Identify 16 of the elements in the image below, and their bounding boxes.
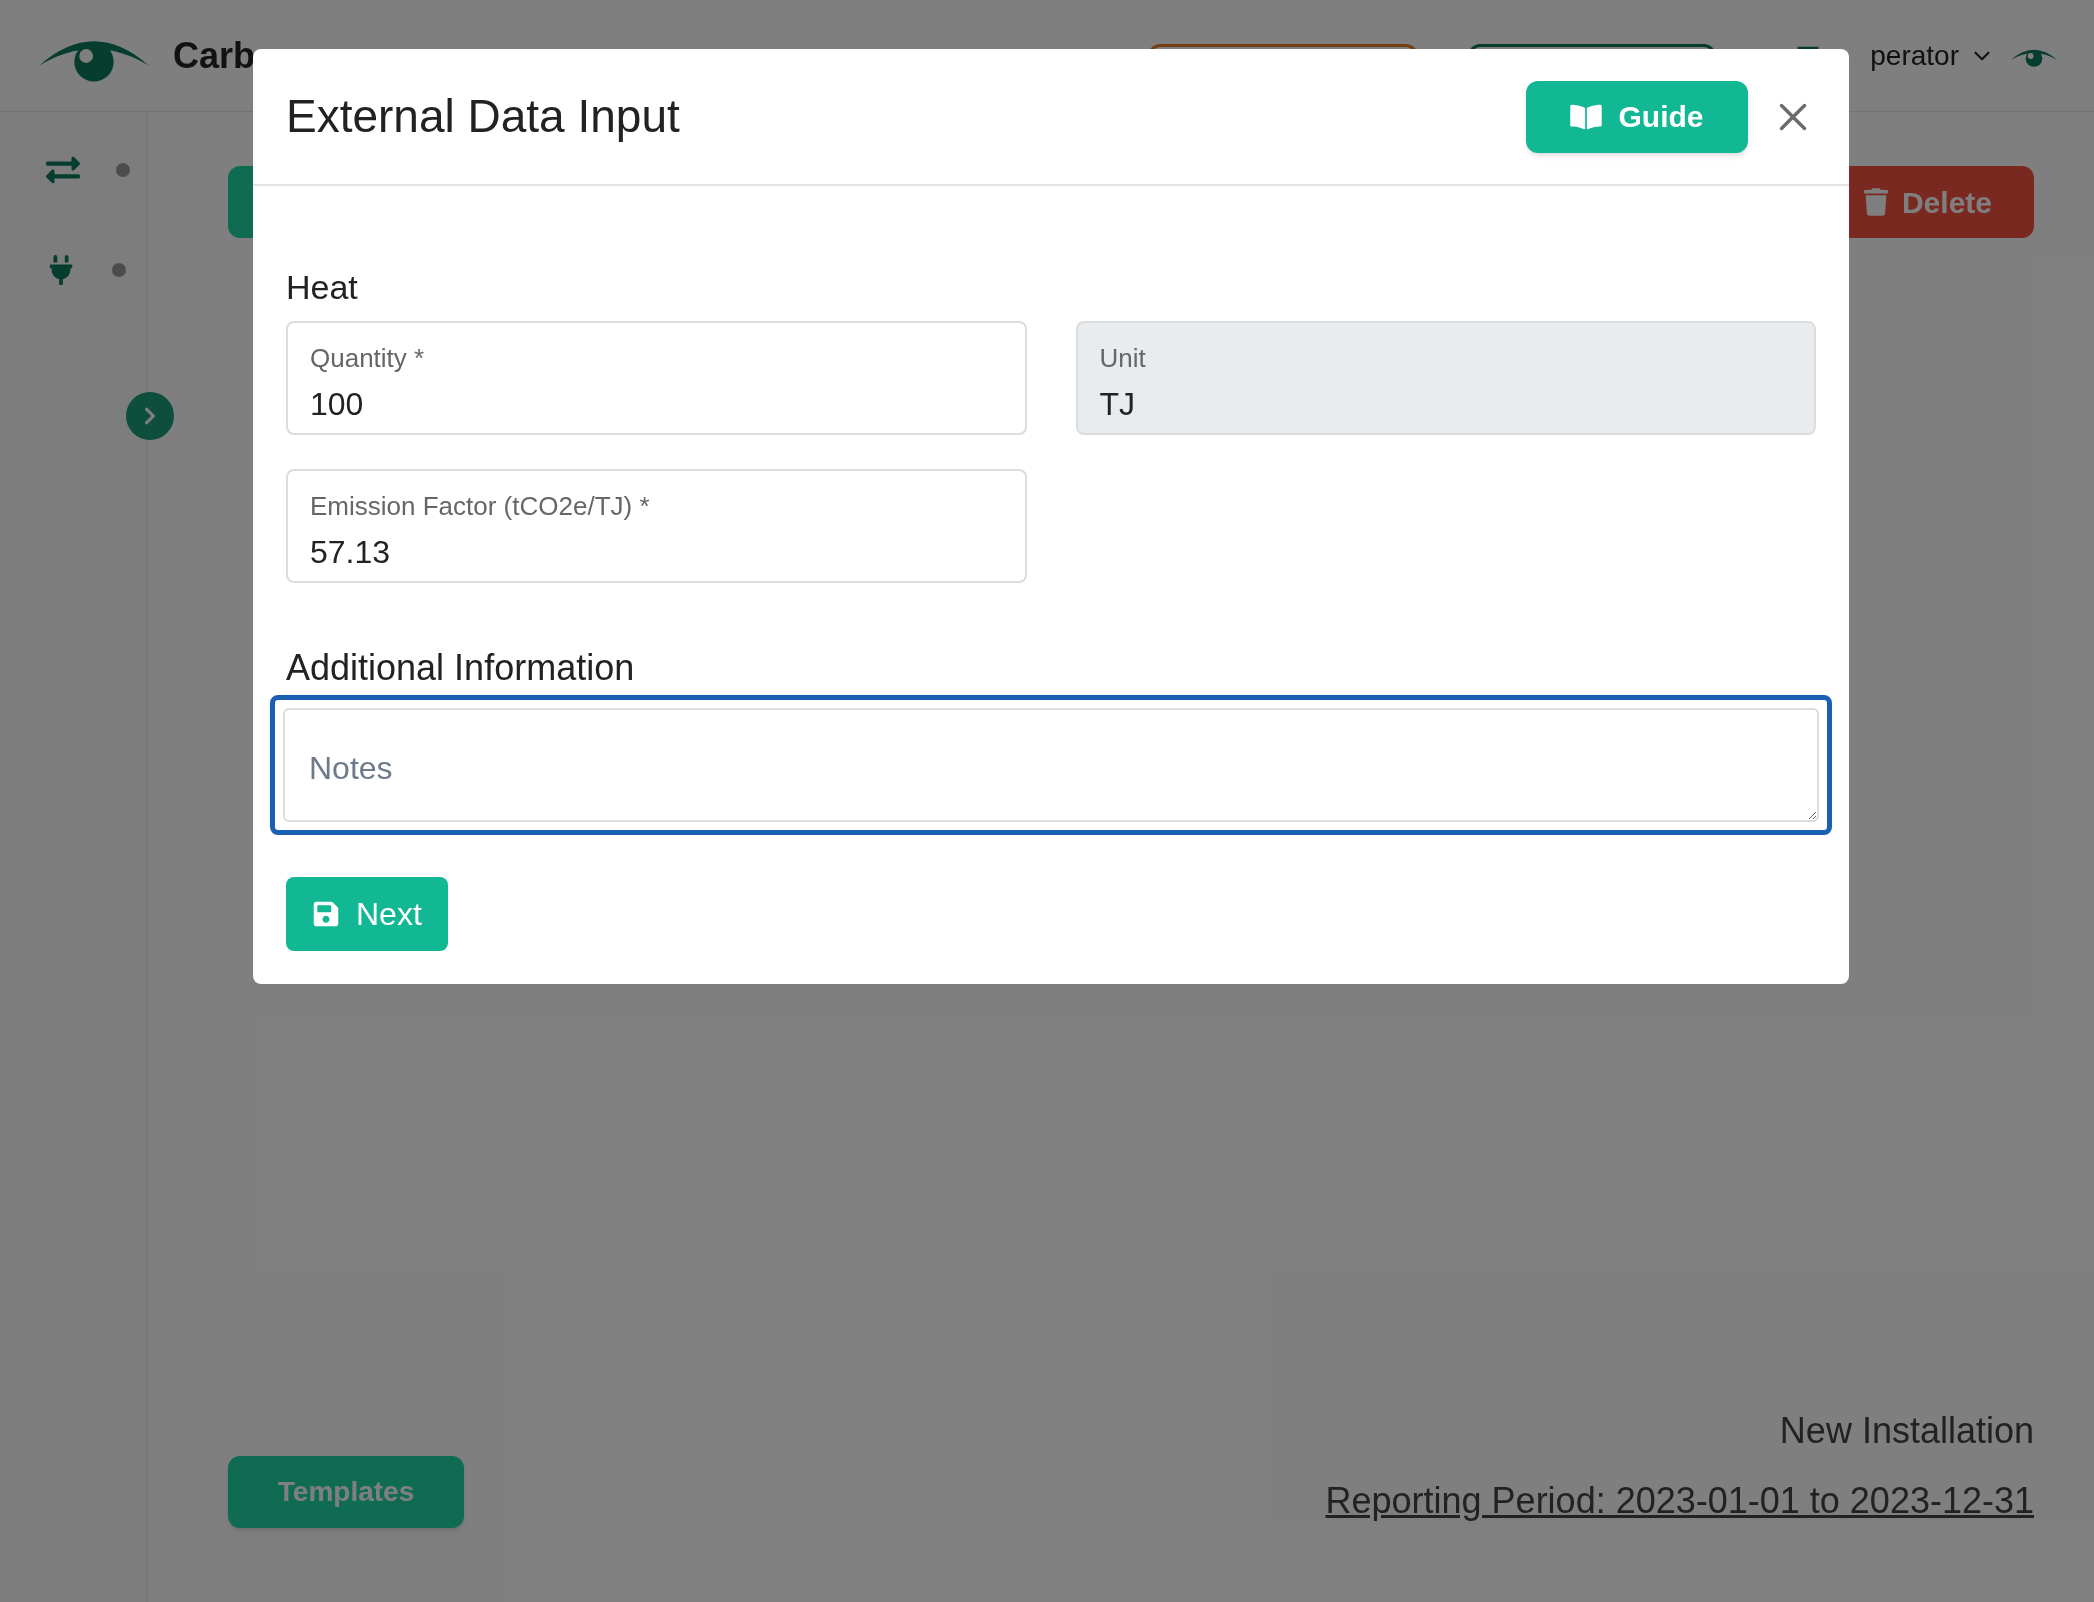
notes-heading: Additional Information	[286, 646, 636, 690]
guide-button[interactable]: Guide	[1526, 80, 1748, 153]
input-field[interactable]: Quantity * 100	[286, 321, 1027, 435]
reporting-period-link[interactable]: Reporting Period: 2023-01-01 to 2023-12-31	[1325, 1474, 2034, 1528]
brand-name: Carb	[173, 33, 256, 78]
save-icon	[312, 900, 340, 928]
installation-name: New Installation	[1779, 1409, 2034, 1453]
trash-icon	[1863, 188, 1888, 216]
next-button[interactable]: Next	[286, 877, 448, 951]
input-field[interactable]: Emission Factor (tCO2e/TJ) * 57.13	[286, 469, 1027, 583]
modal-title: External Data Input	[286, 89, 680, 144]
book-icon	[1570, 102, 1603, 131]
user-menu[interactable]: perator	[1870, 34, 1959, 77]
notes-field[interactable]: Notes	[270, 695, 1832, 835]
expand-button[interactable]	[126, 392, 174, 440]
section-heading: Heat	[286, 267, 359, 308]
